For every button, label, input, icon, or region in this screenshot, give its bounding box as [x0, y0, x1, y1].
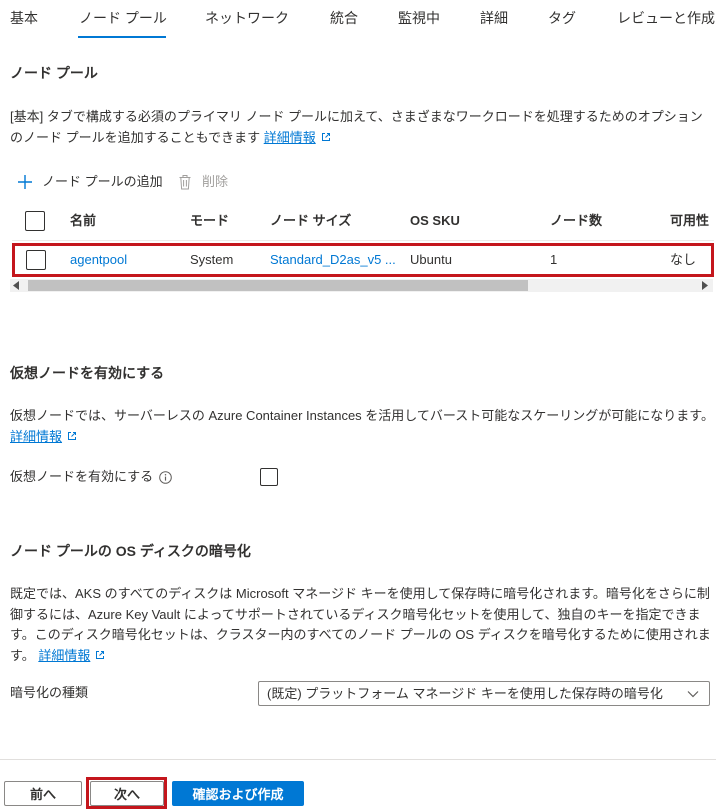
previous-button[interactable]: 前へ [4, 781, 82, 806]
encryption-type-label: 暗号化の種類 [10, 683, 88, 703]
add-node-pool-label: ノード プールの追加 [42, 174, 163, 189]
column-header-node-size: ノード サイズ [270, 213, 352, 228]
tab-basics[interactable]: 基本 [10, 8, 38, 28]
tab-tags[interactable]: タグ [548, 8, 576, 28]
tab-bar: 基本 ノード プール ネットワーク 統合 監視中 詳細 タグ レビューと作成 [0, 0, 716, 40]
table-horizontal-scrollbar[interactable] [10, 279, 713, 292]
selected-tab-indicator [78, 36, 166, 38]
virtual-nodes-label-text: 仮想ノードを有効にする [10, 469, 154, 484]
node-pool-name-link[interactable]: agentpool [70, 250, 127, 270]
delete-node-pool-label: 削除 [202, 174, 229, 189]
node-pool-os-sku: Ubuntu [410, 252, 452, 267]
delete-node-pool-button[interactable]: 削除 [179, 172, 228, 192]
node-pools-learn-more: 詳細情報 [264, 130, 331, 145]
tab-review-create[interactable]: レビューと作成 [617, 8, 715, 28]
node-pools-heading: ノード プール [10, 65, 98, 81]
next-button[interactable]: 次へ [90, 781, 164, 806]
external-link-icon [96, 650, 105, 659]
column-header-availability: 可用性 [670, 213, 710, 228]
scroll-left-arrow-icon[interactable] [13, 281, 19, 290]
select-all-checkbox[interactable] [25, 211, 45, 231]
trash-icon [179, 175, 191, 190]
virtual-nodes-heading: 仮想ノードを有効にする [10, 365, 165, 381]
node-pool-availability: なし [670, 252, 697, 267]
encryption-learn-more-link[interactable]: 詳細情報 [38, 648, 90, 663]
encryption-heading: ノード プールの OS ディスクの暗号化 [10, 543, 251, 559]
footer-divider [0, 759, 716, 760]
table-header-divider [12, 240, 714, 241]
virtual-nodes-learn-more: 詳細情報 [10, 429, 77, 444]
review-create-button[interactable]: 確認および作成 [172, 781, 304, 806]
encryption-description-text: 既定では、AKS のすべてのディスクは Microsoft マネージド キーを使… [10, 586, 711, 663]
info-icon[interactable] [159, 470, 172, 484]
external-link-icon [68, 431, 77, 440]
external-link-icon [321, 132, 330, 141]
scrollbar-thumb[interactable] [28, 280, 528, 291]
encryption-description: 既定では、AKS のすべてのディスクは Microsoft マネージド キーを使… [10, 584, 714, 666]
node-pools-learn-more-link[interactable]: 詳細情報 [264, 130, 316, 145]
encryption-learn-more: 詳細情報 [38, 648, 105, 663]
column-header-name: 名前 [70, 213, 97, 228]
virtual-nodes-description: 仮想ノードでは、サーバーレスの Azure Container Instance… [10, 406, 714, 447]
encryption-type-label-text: 暗号化の種類 [10, 685, 89, 700]
tab-advanced[interactable]: 詳細 [480, 8, 508, 28]
encryption-type-value: (既定) プラットフォーム マネージド キーを使用した保存時の暗号化 [267, 685, 663, 701]
row-checkbox[interactable] [26, 250, 46, 270]
add-node-pool-button[interactable]: ノード プールの追加 [17, 172, 163, 192]
virtual-nodes-learn-more-link[interactable]: 詳細情報 [10, 429, 62, 444]
virtual-nodes-field-label: 仮想ノードを有効にする [10, 467, 172, 487]
node-pool-table-header: 名前 モード ノード サイズ OS SKU ノード数 可用性 [0, 205, 716, 240]
node-pool-count: 1 [550, 252, 558, 267]
column-header-os-sku: OS SKU [410, 213, 460, 228]
tab-integrations[interactable]: 統合 [330, 8, 358, 28]
chevron-down-icon [687, 690, 699, 697]
table-row[interactable]: agentpool System Standard_D2as_v5 ... Ub… [0, 243, 716, 277]
plus-icon [18, 175, 32, 189]
encryption-type-dropdown[interactable]: (既定) プラットフォーム マネージド キーを使用した保存時の暗号化 [258, 681, 710, 706]
column-header-node-count: ノード数 [550, 213, 603, 228]
virtual-nodes-description-text: 仮想ノードでは、サーバーレスの Azure Container Instance… [10, 408, 714, 423]
node-pool-size-link[interactable]: Standard_D2as_v5 ... [270, 250, 396, 270]
node-pools-description-text: [基本] タブで構成する必須のプライマリ ノード プールに加えて、さまざまなワー… [10, 109, 703, 145]
node-pool-mode: System [190, 252, 234, 267]
node-pools-description: [基本] タブで構成する必須のプライマリ ノード プールに加えて、さまざまなワー… [10, 107, 714, 148]
tab-monitoring[interactable]: 監視中 [398, 8, 440, 28]
tab-node-pools[interactable]: ノード プール [79, 8, 167, 28]
enable-virtual-nodes-checkbox[interactable] [260, 468, 278, 486]
scroll-right-arrow-icon[interactable] [702, 281, 708, 290]
tab-networking[interactable]: ネットワーク [205, 8, 289, 28]
column-header-mode: モード [190, 213, 230, 228]
node-pool-toolbar: ノード プールの追加 削除 [0, 172, 716, 192]
